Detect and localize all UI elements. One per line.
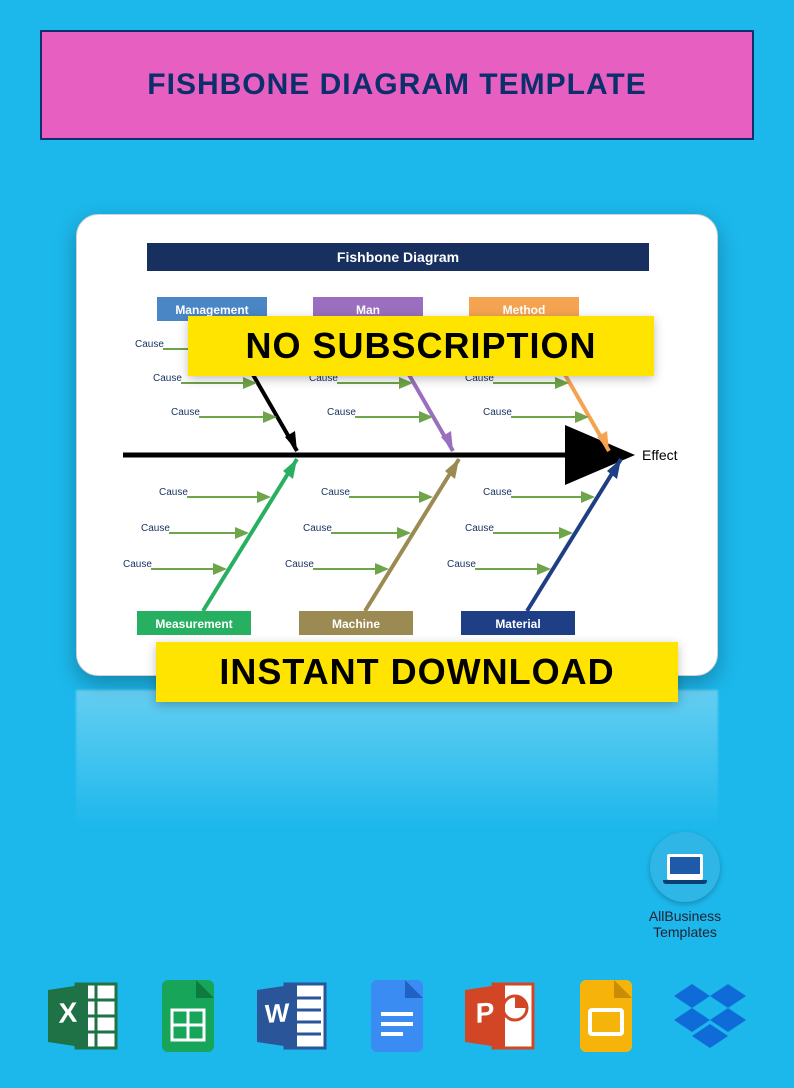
powerpoint-icon: P <box>459 974 543 1058</box>
google-sheets-icon <box>146 974 230 1058</box>
svg-text:Cause: Cause <box>159 487 188 498</box>
cat-method: Method <box>503 303 546 317</box>
svg-text:P: P <box>476 997 495 1029</box>
card-reflection <box>76 690 718 890</box>
diagram-card: Fishbone Diagram Effect Management Man M… <box>76 214 718 676</box>
svg-text:W: W <box>264 997 289 1029</box>
laptop-icon <box>650 832 720 902</box>
svg-text:Cause: Cause <box>141 523 170 534</box>
google-docs-icon <box>355 974 439 1058</box>
svg-text:Cause: Cause <box>321 487 350 498</box>
svg-text:Cause: Cause <box>465 523 494 534</box>
svg-text:Cause: Cause <box>483 487 512 498</box>
page-title: FISHBONE DIAGRAM TEMPLATE <box>147 68 646 102</box>
overlay-instant-download: INSTANT DOWNLOAD <box>156 642 678 702</box>
app-icon-row: X W P <box>42 962 752 1058</box>
brand-logo: AllBusiness Templates <box>630 832 740 940</box>
cat-material: Material <box>495 617 540 631</box>
svg-text:Cause: Cause <box>285 559 314 570</box>
svg-text:Cause: Cause <box>135 339 164 350</box>
svg-text:Cause: Cause <box>447 559 476 570</box>
cat-machine: Machine <box>332 617 380 631</box>
svg-text:X: X <box>59 997 78 1029</box>
diagram-title: Fishbone Diagram <box>337 249 459 265</box>
svg-text:Cause: Cause <box>303 523 332 534</box>
svg-text:Cause: Cause <box>153 373 182 384</box>
cat-measurement: Measurement <box>155 617 232 631</box>
brand-line1: AllBusiness <box>630 908 740 924</box>
word-icon: W <box>251 974 335 1058</box>
effect-label: Effect <box>642 447 678 463</box>
svg-text:Cause: Cause <box>483 407 512 418</box>
cat-man: Man <box>356 303 380 317</box>
svg-text:Cause: Cause <box>123 559 152 570</box>
excel-icon: X <box>42 974 126 1058</box>
brand-line2: Templates <box>630 924 740 940</box>
dropbox-icon <box>668 974 752 1058</box>
header-banner: FISHBONE DIAGRAM TEMPLATE <box>40 30 754 140</box>
svg-text:Cause: Cause <box>327 407 356 418</box>
google-slides-icon <box>564 974 648 1058</box>
svg-text:Cause: Cause <box>171 407 200 418</box>
overlay-no-subscription: NO SUBSCRIPTION <box>188 316 654 376</box>
cat-management: Management <box>175 303 248 317</box>
